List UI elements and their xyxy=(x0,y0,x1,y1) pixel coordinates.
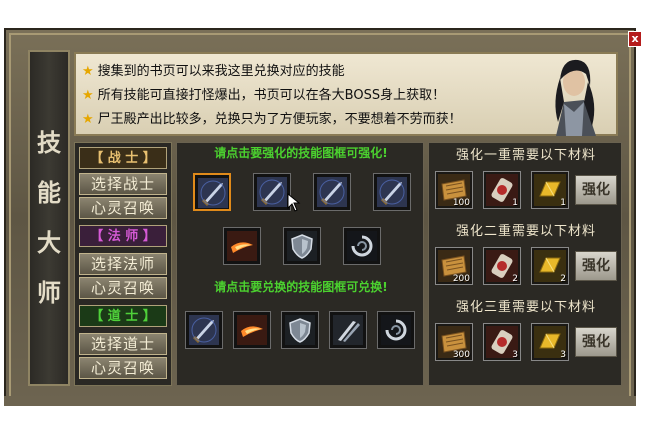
warrior-header: 【 战 士 】 xyxy=(79,147,167,169)
material-slot[interactable]: 300 xyxy=(435,323,473,361)
window-title: 技 能 大 师 xyxy=(28,50,70,386)
npc-portrait xyxy=(555,59,596,136)
material-count: 2 xyxy=(512,274,518,284)
exchange-hint: 请点击要兑换的技能图框可兑换! xyxy=(214,280,388,294)
title-char: 师 xyxy=(37,278,61,307)
material-slot[interactable]: 200 xyxy=(435,247,473,285)
material-count: 3 xyxy=(512,350,518,360)
taoist-soul-summon-button[interactable]: 心灵召唤 xyxy=(79,357,167,379)
star-icon: ★ xyxy=(82,88,94,103)
class-selector-panel: 【 战 士 】 选择战士 心灵召唤 【 法 师 】 选择法师 心灵召唤 【 道 … xyxy=(74,142,172,386)
warrior-soul-summon-button[interactable]: 心灵召唤 xyxy=(79,197,167,219)
strengthen-button[interactable]: 强化 xyxy=(575,327,617,357)
title-char: 能 xyxy=(37,178,61,207)
exchange-skill-slot[interactable] xyxy=(377,311,415,349)
star-icon: ★ xyxy=(82,64,94,79)
close-button[interactable]: x xyxy=(628,31,642,47)
mage-header: 【 法 师 】 xyxy=(79,225,167,247)
strengthen-skill-slot[interactable] xyxy=(223,227,261,265)
notice-line: ★ 尸王殿产出比较多，兑换只为了方便玩家，不要想着不劳而获！ xyxy=(82,112,462,127)
select-warrior-button[interactable]: 选择战士 xyxy=(79,173,167,195)
material-count: 300 xyxy=(452,350,470,360)
npc-notice-panel: ★ 搜集到的书页可以来我这里兑换对应的技能 ★ 所有技能可直接打怪爆出，书页可以在各… xyxy=(74,52,618,136)
mage-soul-summon-button[interactable]: 心灵召唤 xyxy=(79,277,167,299)
tier-title: 强化三重需要以下材料 xyxy=(455,300,596,315)
material-slot[interactable]: 1 xyxy=(483,171,521,209)
select-mage-button[interactable]: 选择法师 xyxy=(79,253,167,275)
material-count: 3 xyxy=(560,350,566,360)
title-char: 技 xyxy=(37,128,61,157)
material-slot[interactable]: 1 xyxy=(531,171,569,209)
strengthen-button[interactable]: 强化 xyxy=(575,251,617,281)
material-count: 100 xyxy=(452,198,470,208)
exchange-skill-slot[interactable] xyxy=(185,311,223,349)
strengthen-skill-slot[interactable] xyxy=(313,173,351,211)
notice-line: ★ 所有技能可直接打怪爆出，书页可以在各大BOSS身上获取！ xyxy=(82,88,446,103)
strengthen-skill-slot[interactable] xyxy=(373,173,411,211)
exchange-skill-slot[interactable] xyxy=(329,311,367,349)
tier-title: 强化二重需要以下材料 xyxy=(455,224,596,239)
window-bottom-border xyxy=(4,396,636,406)
strengthen-skill-slot[interactable] xyxy=(343,227,381,265)
title-char: 大 xyxy=(37,228,61,257)
material-slot[interactable]: 2 xyxy=(531,247,569,285)
strengthen-button[interactable]: 强化 xyxy=(575,175,617,205)
notice-line: ★ 搜集到的书页可以来我这里兑换对应的技能 xyxy=(82,64,345,79)
material-slot[interactable]: 3 xyxy=(483,323,521,361)
material-count: 1 xyxy=(560,198,566,208)
exchange-skill-slot[interactable] xyxy=(233,311,271,349)
material-slot[interactable]: 2 xyxy=(483,247,521,285)
strengthen-skill-slot[interactable] xyxy=(283,227,321,265)
strengthen-skill-slot[interactable] xyxy=(253,173,291,211)
taoist-header: 【 道 士 】 xyxy=(79,305,167,327)
exchange-skill-slot[interactable] xyxy=(281,311,319,349)
material-count: 1 xyxy=(512,198,518,208)
strengthen-hint: 请点击要强化的技能图框可强化! xyxy=(214,146,388,160)
select-taoist-button[interactable]: 选择道士 xyxy=(79,333,167,355)
material-count: 2 xyxy=(560,274,566,284)
star-icon: ★ xyxy=(82,112,94,127)
material-slot[interactable]: 3 xyxy=(531,323,569,361)
tier-title: 强化一重需要以下材料 xyxy=(455,148,596,163)
strengthen-requirements-panel: 强化一重需要以下材料 100 1 1 强化 强化二重需要以下材料 200 2 2 强化 强化三重需要… xyxy=(428,142,622,386)
skill-panel: 请点击要强化的技能图框可强化! 请点击要兑换的技能图框可兑换! xyxy=(176,142,424,386)
material-count: 200 xyxy=(452,274,470,284)
mouse-cursor-icon xyxy=(287,193,301,212)
material-slot[interactable]: 100 xyxy=(435,171,473,209)
strengthen-skill-slot[interactable] xyxy=(193,173,231,211)
